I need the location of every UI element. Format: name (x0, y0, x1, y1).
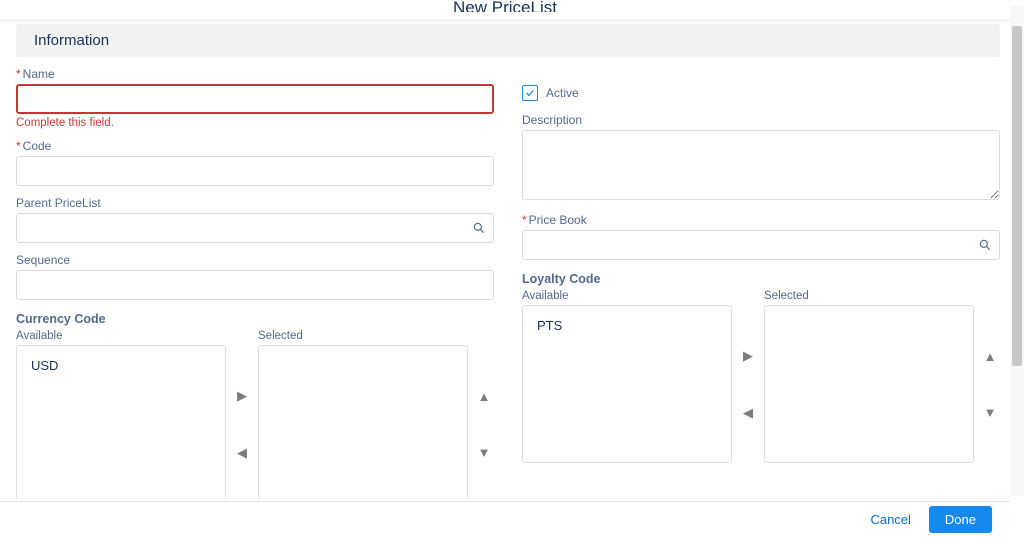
loyalty-available-list[interactable]: PTS (522, 305, 732, 463)
move-right-icon[interactable]: ▶ (237, 388, 247, 404)
list-item[interactable]: USD (31, 358, 211, 373)
currency-selected-label: Selected (258, 330, 468, 342)
currency-available-list[interactable]: USD (16, 345, 226, 499)
active-label: Active (546, 86, 579, 100)
move-down-icon[interactable]: ▼ (984, 405, 997, 420)
check-icon (525, 88, 535, 98)
price-book-input[interactable] (522, 230, 1000, 260)
loyalty-selected-list[interactable] (764, 305, 974, 463)
loyalty-available-label: Available (522, 290, 732, 302)
move-up-icon[interactable]: ▲ (984, 349, 997, 364)
name-input[interactable] (16, 84, 494, 114)
header-divider (0, 20, 1010, 21)
price-book-label: Price Book (522, 213, 1000, 227)
currency-code-title: Currency Code (16, 312, 494, 326)
form-content: Information Name Complete this field. Co… (16, 24, 1000, 499)
description-label: Description (522, 113, 1000, 127)
dialog-title: New PriceList (0, 0, 1010, 12)
sequence-label: Sequence (16, 253, 494, 267)
scrollbar-thumb[interactable] (1012, 26, 1022, 366)
search-icon[interactable] (978, 238, 992, 252)
description-textarea[interactable] (522, 130, 1000, 200)
move-left-icon[interactable]: ◀ (743, 405, 753, 421)
dialog-footer: Cancel Done (0, 501, 1010, 537)
name-error-message: Complete this field. (16, 117, 494, 129)
loyalty-code-title: Loyalty Code (522, 272, 1000, 286)
list-item[interactable]: PTS (537, 318, 717, 333)
parent-pricelist-label: Parent PriceList (16, 196, 494, 210)
move-up-icon[interactable]: ▲ (478, 389, 491, 404)
loyalty-selected-label: Selected (764, 290, 974, 302)
search-icon[interactable] (472, 221, 486, 235)
name-label: Name (16, 67, 494, 81)
code-label: Code (16, 139, 494, 153)
section-header-information: Information (16, 24, 1000, 57)
sequence-input[interactable] (16, 270, 494, 300)
active-checkbox[interactable] (522, 85, 538, 101)
currency-selected-list[interactable] (258, 345, 468, 499)
parent-pricelist-input[interactable] (16, 213, 494, 243)
move-down-icon[interactable]: ▼ (478, 445, 491, 460)
done-button[interactable]: Done (929, 506, 992, 533)
move-right-icon[interactable]: ▶ (743, 348, 753, 364)
cancel-button[interactable]: Cancel (870, 512, 910, 527)
move-left-icon[interactable]: ◀ (237, 445, 247, 461)
vertical-scrollbar[interactable] (1010, 6, 1024, 496)
currency-available-label: Available (16, 330, 226, 342)
code-input[interactable] (16, 156, 494, 186)
